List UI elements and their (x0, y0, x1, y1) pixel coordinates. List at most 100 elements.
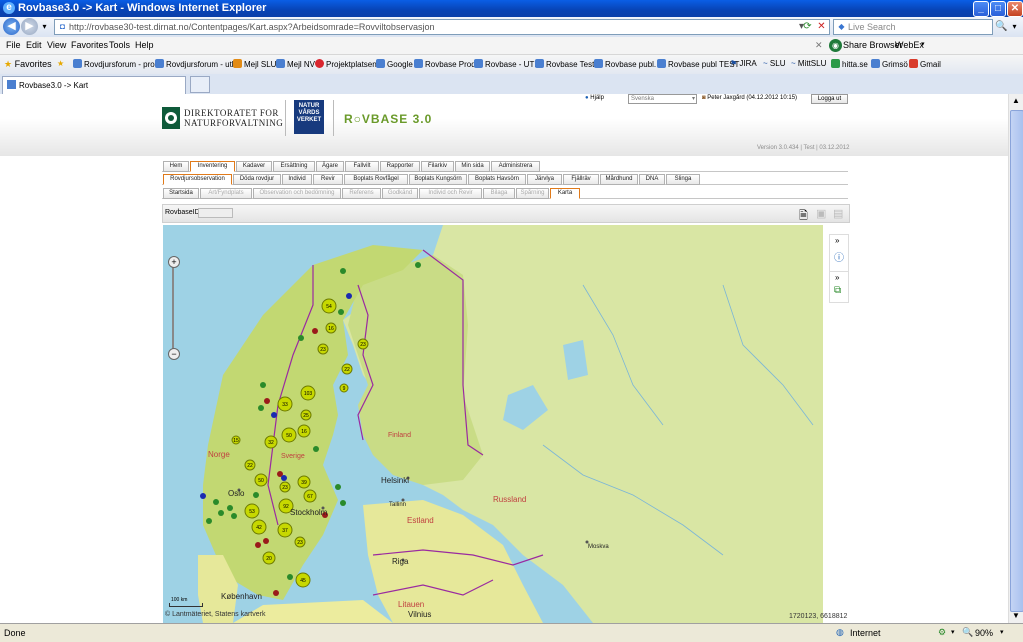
cluster-marker[interactable]: 23 (279, 481, 291, 493)
cluster-marker[interactable]: 50 (254, 473, 268, 487)
fav-mejl-slu[interactable]: Mejl SLU (233, 59, 276, 69)
menu-view[interactable]: View (47, 40, 66, 50)
new-tab-button[interactable] (190, 76, 210, 93)
cluster-marker[interactable]: 22 (341, 363, 353, 375)
webex-button[interactable]: WebEx (895, 40, 924, 50)
cluster-marker[interactable]: 20 (262, 551, 276, 565)
cluster-marker[interactable]: 54 (321, 298, 337, 314)
scroll-down-icon[interactable]: ▼ (1010, 609, 1022, 623)
step-karta[interactable]: Karta (550, 188, 580, 199)
maximize-button[interactable]: □ (990, 1, 1006, 17)
subtab-boplats-kungsorn[interactable]: Boplats Kungsörn (409, 174, 467, 185)
fav-slu[interactable]: ~ SLU (763, 59, 785, 68)
cluster-marker[interactable]: 15 (231, 435, 241, 445)
cluster-marker[interactable]: 23 (357, 338, 369, 350)
cluster-marker[interactable]: 42 (251, 519, 267, 535)
map-view[interactable]: 54 16 23 23 22 103 9 33 25 32 15 50 16 2… (163, 225, 823, 623)
fav-rovbase-publ[interactable]: Rovbase publ. (594, 59, 656, 69)
fav-grimso[interactable]: Grimsö (871, 59, 908, 69)
cluster-marker[interactable]: 25 (300, 409, 312, 421)
tab-fallvilt[interactable]: Fallvilt (345, 161, 379, 172)
zoom-level[interactable]: 90% (975, 628, 993, 638)
search-icon[interactable]: 🔍 (995, 20, 1008, 33)
cluster-marker[interactable]: 32 (264, 435, 278, 449)
tab-filarkiv[interactable]: Filarkiv (421, 161, 454, 172)
share-browser-button[interactable]: Share Browser (843, 40, 903, 50)
cluster-marker[interactable]: 9 (339, 383, 349, 393)
tab-kadaver[interactable]: Kadaver (236, 161, 272, 172)
back-button[interactable]: ◀ (3, 18, 20, 35)
fav-rovbase-publ-test[interactable]: Rovbase publ TEST (657, 59, 739, 69)
close-window-button[interactable]: ✕ (1007, 1, 1023, 17)
cluster-marker[interactable]: 16 (325, 322, 337, 334)
fav-hitta[interactable]: hitta.se (831, 59, 868, 69)
tab-rapporter[interactable]: Rapporter (380, 161, 420, 172)
subtab-boplats-rovfagel[interactable]: Boplats Rovfågel (344, 174, 408, 185)
menu-tools[interactable]: Tools (109, 40, 130, 50)
fav-google[interactable]: Google (376, 59, 413, 69)
tab-hem[interactable]: Hem (163, 161, 189, 172)
scroll-up-icon[interactable]: ▲ (1010, 94, 1022, 108)
language-select[interactable]: Svenska ▾ (628, 94, 697, 104)
address-bar[interactable]: ◘ http://rovbase30-test.dirnat.no/Conten… (54, 19, 830, 35)
layers-icon[interactable]: ⧉ (834, 285, 841, 296)
menu-file[interactable]: File (6, 40, 21, 50)
menu-close-icon[interactable]: ✕ (815, 40, 823, 51)
fav-rovbase-prod[interactable]: Rovbase Prod (414, 59, 476, 69)
subtab-dna[interactable]: DNA (639, 174, 665, 185)
info-panel-icon[interactable]: ⓘ (834, 249, 844, 264)
document-icon[interactable]: 🗎 (799, 207, 808, 226)
protected-mode-dropdown-icon[interactable]: ▾ (951, 628, 955, 636)
minimize-button[interactable]: _ (973, 1, 989, 17)
webex-dropdown-icon[interactable]: ▾ (921, 40, 925, 48)
page-scrollbar[interactable]: ▲ ▼ (1008, 94, 1023, 623)
fav-jira[interactable]: ⚑ JIRA (730, 59, 757, 68)
subtab-individ[interactable]: Individ (282, 174, 312, 185)
refresh-icon[interactable]: ⟳ (801, 20, 814, 33)
favorites-button[interactable]: ★ Favorites (4, 59, 52, 70)
fav-projektplatsen[interactable]: Projektplatsen (315, 59, 377, 69)
subtab-doda-rovdjur[interactable]: Döda rovdjur (233, 174, 281, 185)
tab-ersattning[interactable]: Ersättning (273, 161, 315, 172)
zoom-icon[interactable]: 🔍 (962, 627, 973, 638)
expand-layers-icon[interactable]: » (835, 273, 839, 282)
fav-rovbase-utb[interactable]: Rovbase - UTB (474, 59, 540, 69)
cluster-marker[interactable]: 16 (297, 424, 311, 438)
cluster-marker[interactable]: 23 (294, 536, 306, 548)
fav-gmail[interactable]: Gmail (909, 59, 941, 69)
fav-mittslu[interactable]: ~ MittSLU (791, 59, 826, 68)
history-dropdown-icon[interactable]: ▾ (38, 20, 51, 33)
add-favorite-icon[interactable]: ★ (57, 59, 64, 68)
protected-mode-icon[interactable]: ⚙ (938, 627, 946, 638)
cluster-marker[interactable]: 33 (277, 396, 293, 412)
zoom-minus-icon[interactable]: − (168, 348, 180, 360)
menu-favorites[interactable]: Favorites (71, 40, 108, 50)
search-options-icon[interactable]: ▾ (1008, 20, 1021, 33)
browser-tab-active[interactable]: Rovbase3.0 -> Kart (2, 76, 186, 94)
tab-agare[interactable]: Ägare (316, 161, 344, 172)
cluster-marker[interactable]: 103 (300, 385, 316, 401)
zoom-plus-icon[interactable]: + (168, 256, 180, 268)
fav-rovdjursforum-prod[interactable]: Rovdjursforum - prod (73, 59, 159, 69)
menu-help[interactable]: Help (135, 40, 154, 50)
cluster-marker[interactable]: 53 (244, 503, 260, 519)
subtab-revir[interactable]: Revir (313, 174, 343, 185)
subtab-rovdjursobservation[interactable]: Rovdjursobservation (163, 174, 232, 185)
logout-button[interactable]: Logga ut (811, 94, 848, 104)
fav-mejl-nv[interactable]: Mejl NV (276, 59, 315, 69)
subtab-fjallrav[interactable]: Fjällräv (563, 174, 599, 185)
subtab-mardhund[interactable]: Mårdhund (600, 174, 638, 185)
tab-administrera[interactable]: Administrera (491, 161, 540, 172)
expand-panel-icon[interactable]: » (835, 236, 839, 245)
scrollbar-thumb[interactable] (1010, 110, 1023, 612)
tab-min-sida[interactable]: Min sida (455, 161, 490, 172)
cluster-marker[interactable]: 45 (295, 572, 311, 588)
fav-rovdjursforum-utb[interactable]: Rovdjursforum - utb (155, 59, 236, 69)
tab-inventering[interactable]: Inventering (190, 161, 235, 172)
rovbase-id-field[interactable] (198, 208, 233, 218)
help-link[interactable]: ● Hjälp (585, 95, 604, 101)
forward-button[interactable]: ▶ (21, 18, 38, 35)
cluster-marker[interactable]: 67 (303, 489, 317, 503)
cluster-marker[interactable]: 37 (277, 522, 293, 538)
zoom-slider-track[interactable] (172, 260, 174, 358)
